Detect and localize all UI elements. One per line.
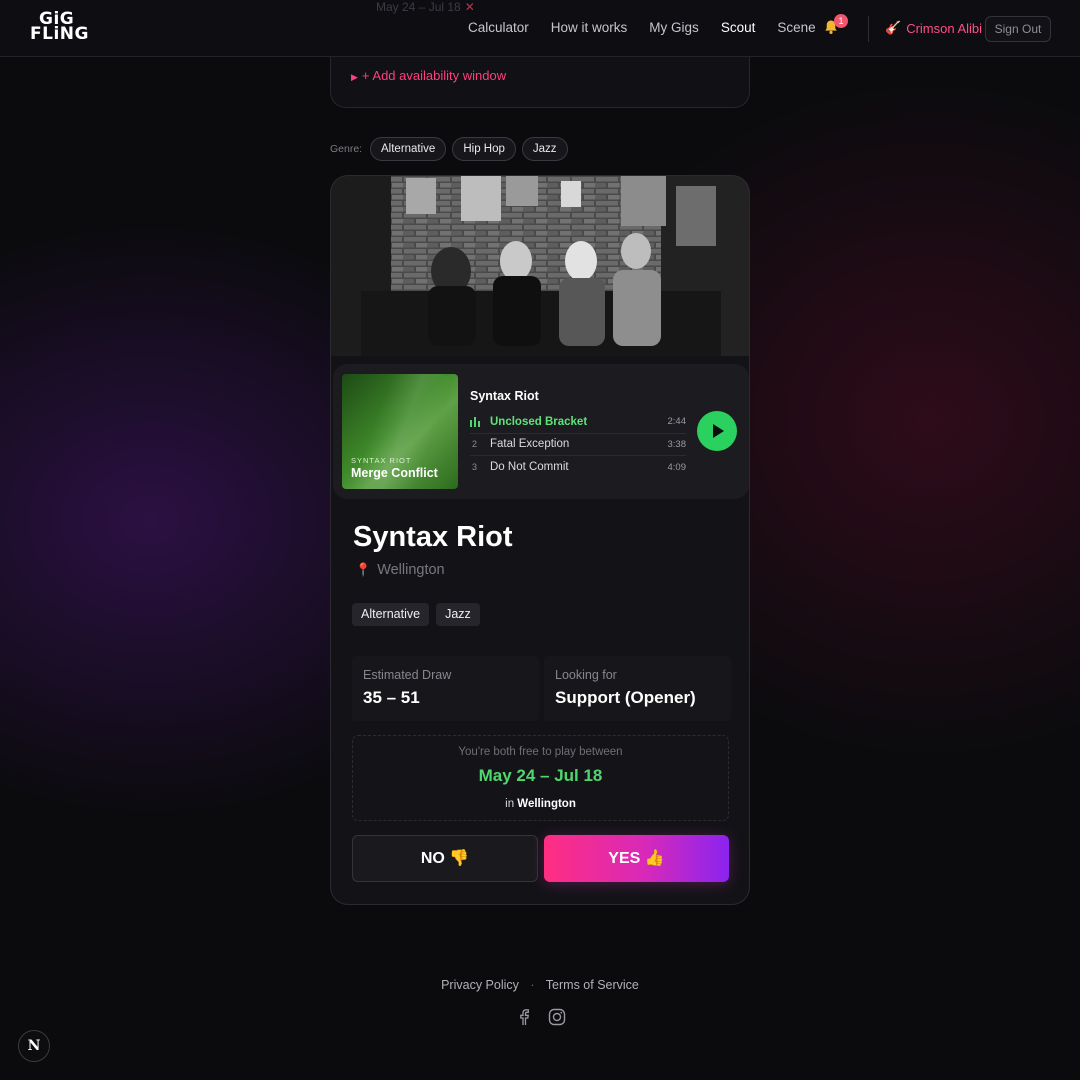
social-links <box>516 1008 566 1026</box>
track-title: Do Not Commit <box>490 461 569 474</box>
sign-out-button[interactable]: Sign Out <box>985 16 1051 42</box>
shared-availability-box: You're both free to play between May 24 … <box>352 735 729 821</box>
genre-tag: Alternative <box>352 603 430 626</box>
play-button[interactable] <box>697 411 737 451</box>
availability-location: in Wellington <box>505 798 576 810</box>
band-photo <box>331 176 749 356</box>
availability-range: May 24 – Jul 18 <box>478 766 603 785</box>
stat-label: Estimated Draw <box>363 668 452 682</box>
music-player: SYNTAX RIOT Merge Conflict Syntax Riot U… <box>333 364 749 499</box>
nav-my-gigs[interactable]: My Gigs <box>649 20 699 35</box>
yes-button[interactable]: YES 👍 <box>544 835 729 882</box>
availability-range-ghost: May 24 – Jul 18 ✕ <box>376 0 475 14</box>
track-duration: 4:09 <box>667 461 687 473</box>
track-row[interactable]: Unclosed Bracket 2:44 <box>470 411 686 434</box>
band-genre-tags: Alternative Jazz <box>352 603 480 626</box>
track-duration: 2:44 <box>667 416 687 428</box>
track-number: 3 <box>472 462 478 473</box>
gigfling-logo[interactable]: GiG FLiNG <box>30 11 90 43</box>
stat-value: 35 – 51 <box>363 688 420 707</box>
track-row[interactable]: 2 Fatal Exception 3:38 <box>470 434 687 456</box>
nav-scene[interactable]: Scene <box>777 20 815 35</box>
remove-window-icon[interactable]: ✕ <box>465 0 475 14</box>
player-band-name: Syntax Riot <box>470 389 539 403</box>
top-navbar: GiG FLiNG Calculator How it works My Gig… <box>0 0 1080 57</box>
add-availability-window-link[interactable]: ▶ + Add availability window <box>351 68 506 83</box>
privacy-policy-link[interactable]: Privacy Policy <box>441 978 519 992</box>
instagram-icon[interactable] <box>548 1008 566 1026</box>
equalizer-icon <box>470 416 490 427</box>
track-title: Unclosed Bracket <box>490 415 588 428</box>
genre-chip-hip-hop[interactable]: Hip Hop <box>452 137 516 161</box>
band-location: 📍 Wellington <box>355 562 445 578</box>
genre-tag: Jazz <box>436 603 480 626</box>
track-number: 2 <box>472 439 478 450</box>
dev-tools-badge[interactable]: N <box>18 1030 50 1062</box>
user-profile-link[interactable]: 🎸 Crimson Alibi <box>885 20 982 36</box>
track-list: Unclosed Bracket 2:44 2 Fatal Exception … <box>470 411 686 479</box>
genre-chip-alternative[interactable]: Alternative <box>370 137 447 161</box>
looking-for-stat: Looking for Support (Opener) <box>544 656 731 721</box>
stat-label: Looking for <box>555 668 617 682</box>
genre-filter-chips: Alternative Hip Hop Jazz <box>370 137 568 161</box>
nav-calculator[interactable]: Calculator <box>468 20 529 35</box>
track-row[interactable]: 3 Do Not Commit 4:09 <box>470 456 686 479</box>
footer-separator: · <box>530 978 535 992</box>
notification-count-badge: 1 <box>834 14 848 28</box>
availability-caption: You're both free to play between <box>458 746 623 758</box>
stat-value: Support (Opener) <box>555 688 696 707</box>
band-location-text: Wellington <box>377 562 445 578</box>
genre-filter-label: Genre: <box>330 143 363 155</box>
footer-links: Privacy Policy · Terms of Service <box>0 978 1080 992</box>
nav-how-it-works[interactable]: How it works <box>551 20 628 35</box>
album-cover[interactable]: SYNTAX RIOT Merge Conflict <box>342 374 458 489</box>
genre-chip-jazz[interactable]: Jazz <box>521 137 568 161</box>
nav-divider <box>868 16 869 42</box>
band-name: Syntax Riot <box>353 521 513 553</box>
track-duration: 3:38 <box>667 438 687 450</box>
guitar-icon: 🎸 <box>885 20 902 35</box>
album-artist: SYNTAX RIOT <box>351 456 412 465</box>
track-title: Fatal Exception <box>490 438 570 451</box>
facebook-icon[interactable] <box>516 1008 532 1026</box>
no-button[interactable]: NO 👎 <box>352 835 538 882</box>
terms-of-service-link[interactable]: Terms of Service <box>546 978 639 992</box>
estimated-draw-stat: Estimated Draw 35 – 51 <box>352 656 539 721</box>
triangle-right-icon: ▶ <box>351 72 358 82</box>
album-title: Merge Conflict <box>351 466 438 480</box>
location-pin-icon: 📍 <box>355 562 372 577</box>
nav-scout[interactable]: Scout <box>721 20 756 35</box>
user-name: Crimson Alibi <box>906 20 983 36</box>
band-card: SYNTAX RIOT Merge Conflict Syntax Riot U… <box>330 175 750 905</box>
main-nav: Calculator How it works My Gigs Scout Sc… <box>468 20 816 35</box>
